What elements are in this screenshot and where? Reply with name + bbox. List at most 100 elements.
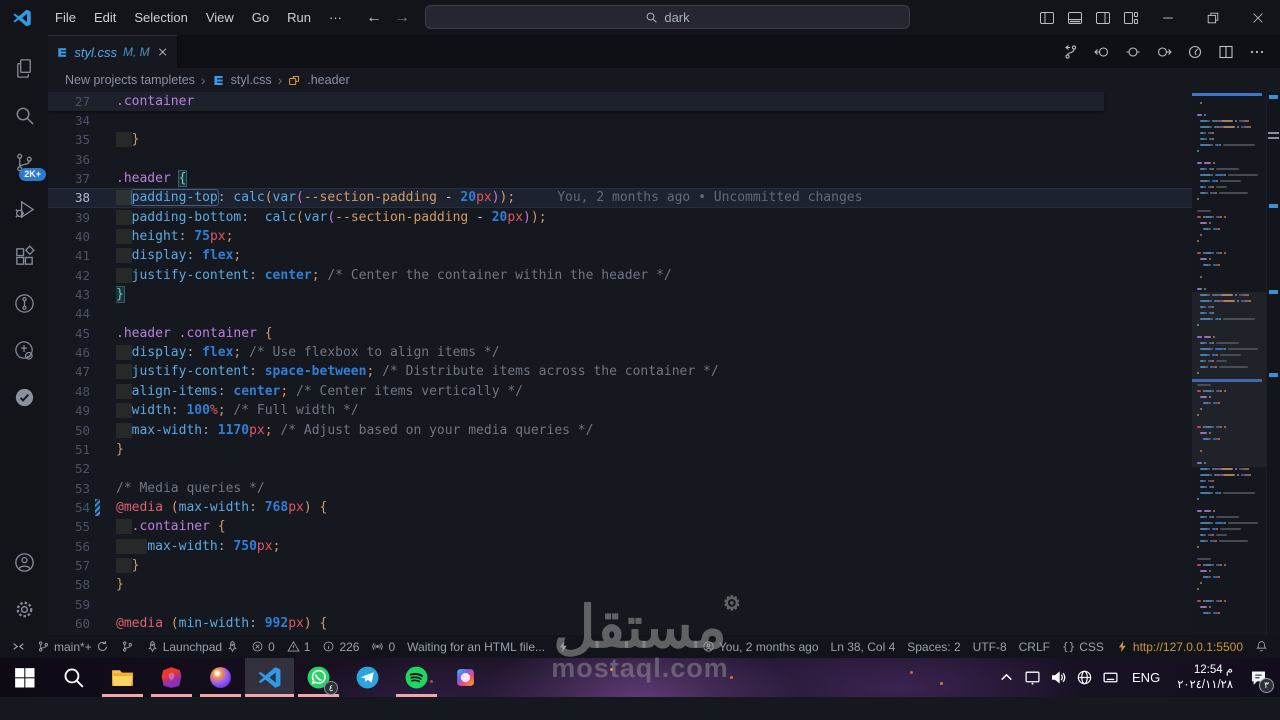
menu-run[interactable]: Run xyxy=(278,0,320,35)
breadcrumb-symbol[interactable]: .header xyxy=(307,73,349,87)
status-live-reload[interactable] xyxy=(551,635,576,658)
touch-keyboard-icon[interactable] xyxy=(1102,669,1119,686)
status-git-blame-status[interactable]: You, 2 months ago xyxy=(696,635,825,658)
search-button[interactable] xyxy=(49,658,98,697)
code-line[interactable]: 41 display: flex; xyxy=(48,246,1192,265)
start-button[interactable] xyxy=(0,658,49,697)
status-problems-errors[interactable]: 0 xyxy=(245,635,281,658)
changes-icon[interactable] xyxy=(1125,44,1141,60)
file-explorer[interactable] xyxy=(98,658,147,697)
extensions-icon[interactable] xyxy=(0,233,48,280)
cast-display-icon[interactable] xyxy=(1024,669,1041,686)
status-problems-infos[interactable]: 226 xyxy=(316,635,365,658)
code-line[interactable]: 47 justify-content: space-between; /* Di… xyxy=(48,362,1192,381)
code-line[interactable]: 49 width: 100%; /* Full width */ xyxy=(48,401,1192,420)
copilot[interactable] xyxy=(441,658,490,697)
explorer-icon[interactable] xyxy=(0,45,48,92)
overview-ruler[interactable] xyxy=(1266,92,1280,635)
code-line[interactable]: 50 max-width: 1170px; /* Adjust based on… xyxy=(48,421,1192,440)
sticky-line[interactable]: 27 .container xyxy=(48,92,1104,111)
toggle-secondary-sidebar-icon[interactable] xyxy=(1095,10,1111,26)
telegram[interactable] xyxy=(343,658,392,697)
tray-chevron-up-icon[interactable] xyxy=(998,669,1015,686)
close-button[interactable] xyxy=(1235,0,1280,35)
code-editor[interactable]: 27 .container 34 35 } 36 37 .header {38 paddi… xyxy=(48,92,1280,635)
previous-change-icon[interactable] xyxy=(1094,44,1110,60)
notification-center-icon[interactable]: ٣ xyxy=(1246,666,1274,693)
sticky-scroll-line[interactable]: 27 .container xyxy=(48,92,1104,112)
code-line[interactable]: 57 } xyxy=(48,556,1192,575)
run-debug-icon[interactable] xyxy=(0,186,48,233)
clock[interactable]: 12:54 م ٢٠٢٤/١١/٢٨ xyxy=(1173,663,1237,692)
minimize-button[interactable] xyxy=(1145,0,1190,35)
status-cursor-position[interactable]: Ln 38, Col 4 xyxy=(825,635,902,658)
network-globe-icon[interactable] xyxy=(1076,669,1093,686)
restore-button[interactable] xyxy=(1190,0,1235,35)
toggle-panel-icon[interactable] xyxy=(1067,10,1083,26)
search-view-icon[interactable] xyxy=(0,92,48,139)
settings-gear-icon[interactable] xyxy=(0,586,48,633)
menu-[interactable]: ··· xyxy=(320,0,351,35)
code-line[interactable]: 48 align-items: center; /* Center items … xyxy=(48,382,1192,401)
commit-graph-icon[interactable] xyxy=(1063,44,1079,60)
menu-go[interactable]: Go xyxy=(243,0,278,35)
code-line[interactable]: 36 xyxy=(48,150,1192,169)
breadcrumb-file[interactable]: styl.css xyxy=(231,73,272,87)
file-history-icon[interactable] xyxy=(1187,44,1203,60)
status-indentation[interactable]: Spaces: 2 xyxy=(901,635,966,658)
gitlens-icon[interactable] xyxy=(0,280,48,327)
status-broadcast[interactable]: 0 xyxy=(365,635,401,658)
code-line[interactable]: 37 .header { xyxy=(48,169,1192,188)
split-editor-icon[interactable] xyxy=(1218,44,1234,60)
volume-icon[interactable] xyxy=(1050,669,1067,686)
gitlens-inspect-icon[interactable] xyxy=(0,327,48,374)
command-center-search[interactable]: dark xyxy=(425,5,910,29)
code-line[interactable]: 45 .header .container { xyxy=(48,324,1192,343)
status-launchpad[interactable]: Launchpad xyxy=(140,635,245,658)
breadcrumb-folder[interactable]: New projects tampletes xyxy=(65,73,195,87)
status-status-message[interactable]: Waiting for an HTML file... xyxy=(401,635,551,658)
nav-back-arrow[interactable]: ← xyxy=(366,0,382,35)
menu-file[interactable]: File xyxy=(46,0,85,35)
menu-view[interactable]: View xyxy=(197,0,243,35)
status-notifications-bell[interactable] xyxy=(1249,635,1274,658)
status-remote-indicator[interactable] xyxy=(6,635,31,658)
tab-styl-css[interactable]: styl.css M, M xyxy=(48,35,178,68)
code-line[interactable]: 42 justify-content: center; /* Center th… xyxy=(48,266,1192,285)
status-problems-warnings[interactable]: 1 xyxy=(281,635,317,658)
next-change-icon[interactable] xyxy=(1156,44,1172,60)
status-live-server-url[interactable]: http://127.0.0.1:5500 xyxy=(1110,635,1249,658)
code-line[interactable]: 46 display: flex; /* Use flexbox to alig… xyxy=(48,343,1192,362)
toggle-sidebar-icon[interactable] xyxy=(1039,10,1055,26)
code-line[interactable]: 44 xyxy=(48,304,1192,323)
status-eol[interactable]: CRLF xyxy=(1013,635,1056,658)
menu-edit[interactable]: Edit xyxy=(85,0,125,35)
status-encoding[interactable]: UTF-8 xyxy=(967,635,1013,658)
vscode[interactable] xyxy=(245,658,294,697)
more-actions-icon[interactable] xyxy=(1249,44,1265,60)
tab-close-icon[interactable] xyxy=(156,45,169,59)
status-language-mode[interactable]: {} CSS xyxy=(1056,635,1110,658)
source-control-icon[interactable]: 2K+ xyxy=(0,139,48,186)
spotify[interactable] xyxy=(392,658,441,697)
menu-selection[interactable]: Selection xyxy=(125,0,196,35)
firefox-browser[interactable] xyxy=(196,658,245,697)
code-line[interactable]: 51} xyxy=(48,440,1192,459)
code-line[interactable]: 60 @media (min-width: 992px) { xyxy=(48,614,1192,633)
code-line[interactable]: 39 padding-bottom: calc(var(--section-pa… xyxy=(48,208,1192,227)
nav-forward-arrow[interactable]: → xyxy=(394,0,410,35)
code-line[interactable]: 38 padding-top: calc(var(--section-paddi… xyxy=(48,188,1192,208)
code-line[interactable]: 56 max-width: 750px; xyxy=(48,537,1192,556)
code-line[interactable]: 53 /* Media queries */ xyxy=(48,479,1192,498)
code-line[interactable]: 40 height: 75px; xyxy=(48,227,1192,246)
code-line[interactable]: 34 xyxy=(48,111,1192,130)
code-line[interactable]: 54 @media (max-width: 768px) { xyxy=(48,498,1192,517)
language-indicator[interactable]: ENG xyxy=(1128,670,1164,685)
status-git-branch[interactable]: main*+ xyxy=(31,635,115,658)
code-line[interactable]: 55 .container { xyxy=(48,517,1192,536)
account-icon[interactable] xyxy=(0,539,48,586)
check-circle-icon[interactable] xyxy=(0,374,48,421)
minimap[interactable] xyxy=(1192,92,1266,635)
code-line[interactable]: 59 xyxy=(48,595,1192,614)
code-line[interactable]: 52 xyxy=(48,459,1192,478)
